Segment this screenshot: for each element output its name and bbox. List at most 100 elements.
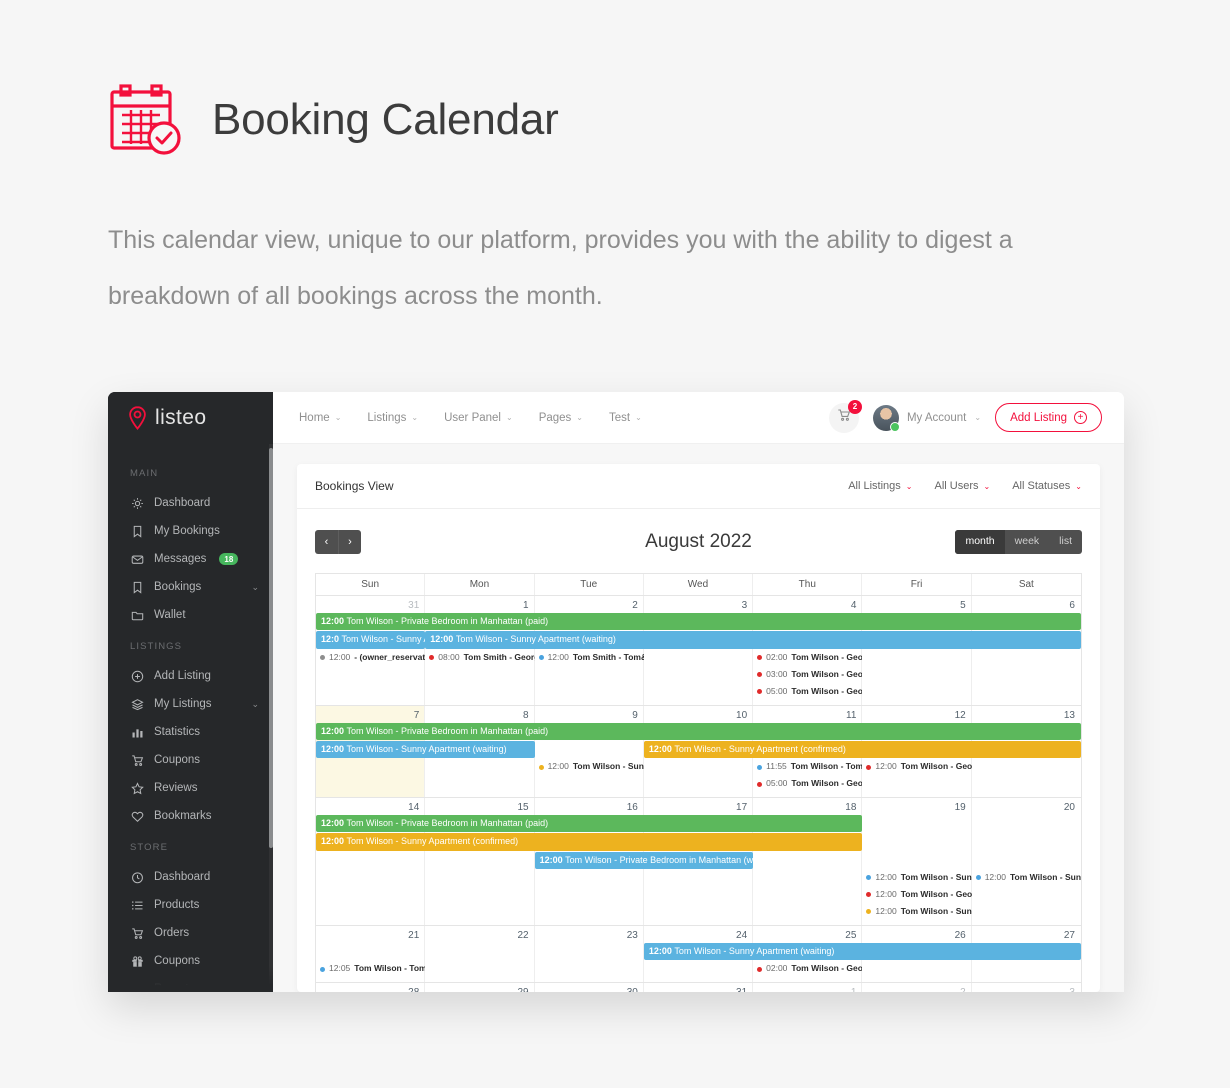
sidebar-item-reviews[interactable]: Reviews [108,774,273,802]
event-dot-item[interactable]: 11:55 Tom Wilson - Tom& [753,759,862,775]
event-dot-item[interactable]: 05:00 Tom Wilson - Geor [753,776,862,792]
event-title: Tom Wilson - Private Bedroom in Manhatta… [346,818,549,828]
event-title: Tom Wilson - Sunny Apartment (waiting) [674,945,835,956]
day-number[interactable]: 24 [644,926,753,943]
event-dot-item[interactable]: 03:00 Tom Wilson - Geor [753,667,862,683]
event-dot-item[interactable]: 05:00 Tom Wilson - Geor [753,684,862,700]
event-bar[interactable]: 12:00 Tom Wilson - Sunny Apartment (wait… [316,740,535,758]
event-dot-item[interactable]: 12:00Tom Wilson - Sunny [972,870,1081,886]
day-number[interactable]: 3 [972,983,1081,992]
event-bar[interactable]: 12:00 Tom Wilson - Private Bedroom in Ma… [316,613,1081,631]
day-number[interactable]: 7 [316,706,425,723]
day-number[interactable]: 29 [425,983,534,992]
event-dot-item[interactable]: 12:00Tom Wilson - Sunny [535,759,644,775]
sidebar-item-bookings[interactable]: Bookings ⌄ [108,573,273,601]
nav-item-test[interactable]: Test ⌄ [609,412,642,424]
chevron-down-icon[interactable]: ⌄ [251,699,259,710]
sidebar-item-add-listing[interactable]: Add Listing [108,662,273,690]
view-month-button[interactable]: month [955,530,1005,554]
event-bar[interactable]: 12:00 Tom Wilson - Private Bedroom in Ma… [316,722,1081,740]
sidebar-scrollbar-thumb[interactable] [269,448,273,848]
sidebar-item-store-coupons[interactable]: Coupons [108,947,273,975]
event-bar[interactable]: 12:00 Tom Wilson - Sunny Apartment (conf… [643,740,1081,758]
day-number[interactable]: 19 [862,798,971,815]
event-bar[interactable]: 12:00 Tom Wilson - Sunny Apartment (wait… [643,942,1081,960]
sidebar-item-wallet[interactable]: Wallet [108,601,273,629]
day-number[interactable]: 4 [753,596,862,613]
nav-item-pages[interactable]: Pages ⌄ [539,412,583,424]
event-bar[interactable]: 12:00 Tom Wilson - Sunny Apartment (conf… [316,833,863,851]
day-number[interactable]: 15 [425,798,534,815]
sidebar-item-bookmarks[interactable]: Bookmarks [108,802,273,830]
sidebar-item-orders[interactable]: Orders [108,919,273,947]
event-dot-item[interactable]: 12:00Tom Smith - Tom&# [535,650,644,666]
event-dot-item[interactable]: 02:00 Tom Wilson - Geor [753,961,862,977]
filter-all-statuses[interactable]: All Statuses ⌄ [1012,480,1082,492]
sidebar-item-my-bookings[interactable]: My Bookings [108,517,273,545]
day-number[interactable]: 25 [753,926,862,943]
day-number[interactable]: 2 [862,983,971,992]
event-dot-item[interactable]: 12:00Tom Wilson - Sunny [862,904,972,920]
filter-all-listings[interactable]: All Listings ⌄ [848,480,912,492]
day-number[interactable]: 2 [535,596,644,613]
event-bar[interactable]: 12:00 Tom Wilson - Private Bedroom in Ma… [316,815,863,833]
event-dot-item[interactable]: 12:05 Tom Wilson - Tom& [316,961,425,977]
day-number[interactable]: 22 [425,926,534,943]
sidebar-item-my-listings[interactable]: My Listings ⌄ [108,690,273,718]
event-dot-item[interactable]: 12:00- (owner_reservatio [316,650,425,666]
event-dot-item[interactable]: 02:00 Tom Wilson - Geor [753,650,862,666]
sidebar-item-reports[interactable]: Reports [108,975,273,992]
day-number[interactable]: 27 [972,926,1081,943]
view-week-button[interactable]: week [1005,530,1050,554]
event-bar[interactable]: 12:00 Tom Wilson - Private Bedroom in Ma… [534,851,754,869]
day-number[interactable]: 18 [753,798,862,815]
day-number[interactable]: 13 [972,706,1081,723]
chevron-down-icon[interactable]: ⌄ [251,582,259,593]
event-bar[interactable]: 12:0 Tom Wilson - Sunny Apa [316,631,426,649]
sidebar-item-messages[interactable]: Messages 18 [108,545,273,573]
day-number[interactable]: 12 [862,706,971,723]
sidebar-logo[interactable]: listeo [108,392,273,444]
sidebar-item-store-dashboard[interactable]: Dashboard [108,863,273,891]
day-number[interactable]: 31 [316,596,425,613]
event-dot-item[interactable]: 12:00Tom Wilson - Sunny [862,870,972,886]
sidebar-item-dashboard[interactable]: Dashboard [108,489,273,517]
cart-button[interactable]: 2 [828,399,862,433]
view-list-button[interactable]: list [1049,530,1082,554]
day-number[interactable]: 11 [753,706,862,723]
event-dot-item[interactable]: 12:00Tom Wilson - Georg [862,759,972,775]
day-number[interactable]: 28 [316,983,425,992]
day-number[interactable]: 8 [425,706,534,723]
nav-item-listings[interactable]: Listings ⌄ [367,412,418,424]
nav-item-user-panel[interactable]: User Panel ⌄ [444,412,513,424]
day-number[interactable]: 10 [644,706,753,723]
main-pane: Home ⌄ Listings ⌄ User Panel ⌄ Pages ⌄ T… [273,392,1124,992]
day-number[interactable]: 21 [316,926,425,943]
filter-all-users[interactable]: All Users ⌄ [934,480,990,492]
day-number[interactable]: 16 [535,798,644,815]
sidebar-item-products[interactable]: Products [108,891,273,919]
day-number[interactable]: 14 [316,798,425,815]
day-number[interactable]: 30 [535,983,644,992]
nav-item-home[interactable]: Home ⌄ [299,412,341,424]
prev-month-button[interactable]: ‹ [315,530,338,554]
event-dot-item[interactable]: 12:00Tom Wilson - Georg [862,887,972,903]
day-number[interactable]: 3 [644,596,753,613]
add-listing-button[interactable]: Add Listing + [995,403,1102,432]
day-number[interactable]: 1 [425,596,534,613]
event-bar[interactable]: 12:00 Tom Wilson - Sunny Apartment (wait… [425,631,1081,649]
day-number[interactable]: 9 [535,706,644,723]
sidebar-item-coupons-listings[interactable]: Coupons [108,746,273,774]
day-number[interactable]: 23 [535,926,644,943]
my-account-menu[interactable]: My Account ⌄ [872,404,981,432]
day-number[interactable]: 20 [972,798,1081,815]
day-number[interactable]: 6 [972,596,1081,613]
day-number[interactable]: 26 [862,926,971,943]
day-number[interactable]: 5 [862,596,971,613]
event-dot-item[interactable]: 08:00 Tom Smith - Georg [425,650,535,666]
sidebar-item-statistics[interactable]: Statistics [108,718,273,746]
day-number[interactable]: 31 [644,983,753,992]
day-number[interactable]: 1 [753,983,862,992]
day-number[interactable]: 17 [644,798,753,815]
next-month-button[interactable]: › [338,530,361,554]
